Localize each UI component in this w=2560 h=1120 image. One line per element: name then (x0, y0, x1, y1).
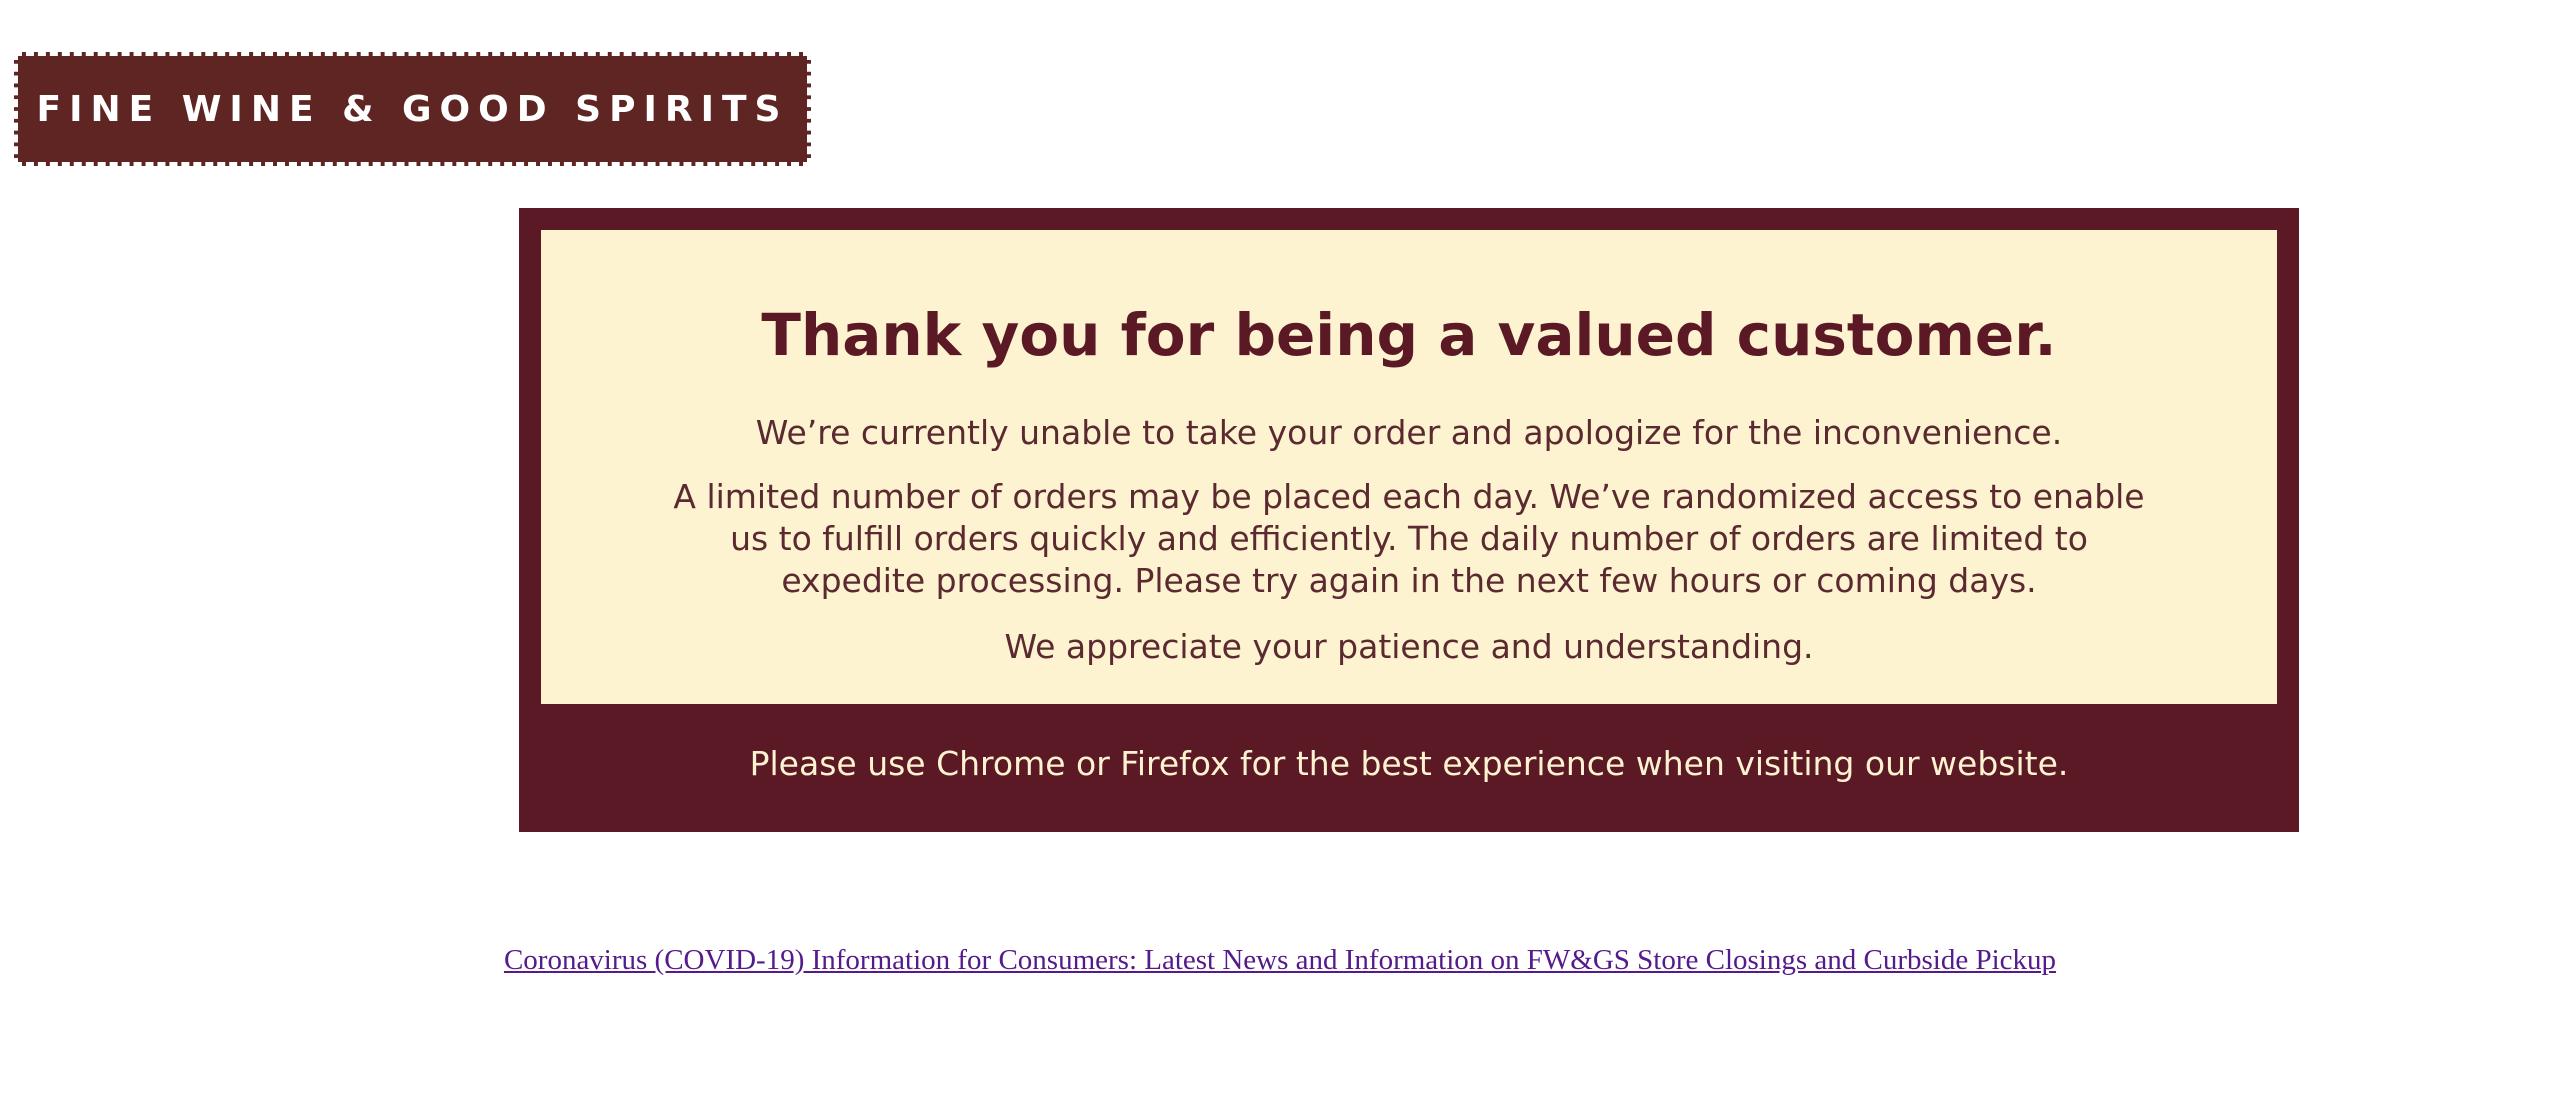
notice-headline: Thank you for being a valued customer. (761, 301, 2057, 369)
notice-thanks-text: We appreciate your patience and understa… (1004, 627, 1814, 666)
covid-info-link[interactable]: Coronavirus (COVID-19) Information for C… (504, 944, 2056, 976)
store-logo[interactable]: FINE WINE & GOOD SPIRITS (14, 52, 811, 166)
logo-text: FINE WINE & GOOD SPIRITS (36, 88, 789, 130)
notice-apology-text: We’re currently unable to take your orde… (755, 413, 2063, 452)
notice-limit-text: A limited number of orders may be placed… (673, 477, 2145, 600)
covid-link-container: Coronavirus (COVID-19) Information for C… (0, 944, 2560, 977)
browser-recommendation: Please use Chrome or Firefox for the bes… (749, 744, 2069, 783)
queue-notice-banner: Thank you for being a valued customer. W… (519, 208, 2299, 832)
notice-panel: Thank you for being a valued customer. W… (541, 230, 2277, 704)
